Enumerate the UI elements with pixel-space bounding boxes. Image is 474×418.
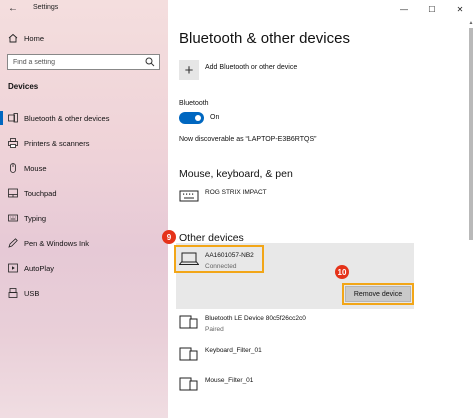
sidebar-item-touchpad[interactable]: Touchpad — [0, 183, 168, 203]
step-badge: 10 — [335, 265, 349, 279]
scrollbar[interactable]: ▲ — [468, 20, 474, 418]
sidebar-item-label: Typing — [24, 213, 47, 223]
sidebar-item-label: Home — [24, 33, 45, 43]
device-name: Keyboard_Filter_01 — [205, 347, 262, 354]
step-badge: 9 — [162, 230, 176, 244]
sidebar-item-label: Mouse — [24, 163, 47, 173]
bluetooth-label: Bluetooth — [179, 100, 209, 107]
close-button[interactable]: ✕ — [446, 0, 474, 18]
keyboard-icon — [179, 190, 199, 202]
device-row[interactable]: Bluetooth LE Device 80c5f26cc2c0 Paired — [179, 312, 439, 340]
sidebar-item-label: Printers & scanners — [24, 138, 90, 148]
bluetooth-toggle[interactable] — [179, 112, 204, 124]
scroll-thumb[interactable] — [469, 28, 473, 240]
search-icon[interactable] — [145, 57, 155, 67]
device-status: Connected — [205, 263, 237, 270]
sidebar-item-bluetooth[interactable]: Bluetooth & other devices — [0, 108, 168, 128]
device-name: Mouse_Filter_01 — [205, 377, 254, 384]
search-field[interactable] — [7, 54, 160, 70]
touchpad-icon — [8, 188, 18, 198]
device-icon — [179, 315, 198, 329]
sidebar-item-label: Bluetooth & other devices — [24, 113, 110, 123]
add-device-button[interactable]: + — [179, 60, 199, 80]
back-arrow-icon[interactable]: ← — [8, 3, 18, 15]
scroll-up-icon[interactable]: ▲ — [468, 20, 474, 26]
device-row[interactable]: Mouse_Filter_01 — [179, 374, 439, 402]
sidebar-item-autoplay[interactable]: AutoPlay — [0, 258, 168, 278]
usb-icon — [8, 288, 18, 298]
sidebar-item-printers[interactable]: Printers & scanners — [0, 133, 168, 153]
sidebar-item-label: Pen & Windows Ink — [24, 238, 90, 248]
device-icon — [179, 347, 198, 361]
home-icon — [8, 33, 18, 43]
device-row[interactable]: Keyboard_Filter_01 — [179, 344, 439, 372]
app-title: Settings — [33, 4, 59, 11]
window-controls: — ☐ ✕ — [390, 0, 474, 18]
bluetooth-state: On — [210, 114, 220, 121]
sidebar: ← Settings Home Devices Bluetooth & othe… — [0, 0, 168, 418]
sidebar-section-title: Devices — [8, 82, 39, 91]
device-icon — [179, 377, 198, 391]
sidebar-item-home[interactable]: Home — [0, 28, 168, 48]
sidebar-item-label: Touchpad — [24, 188, 57, 198]
sidebar-item-label: AutoPlay — [24, 263, 55, 273]
minimize-button[interactable]: — — [390, 0, 418, 18]
page-title: Bluetooth & other devices — [179, 30, 350, 47]
pen-icon — [8, 238, 18, 248]
toggle-knob — [195, 115, 201, 121]
mouse-section-title: Mouse, keyboard, & pen — [179, 168, 293, 180]
sidebar-item-pen[interactable]: Pen & Windows Ink — [0, 233, 168, 253]
device-row[interactable]: ROG STRIX IMPACT — [179, 186, 439, 214]
sidebar-item-usb[interactable]: USB — [0, 283, 168, 303]
mouse-icon — [8, 163, 18, 173]
add-device-label[interactable]: Add Bluetooth or other device — [205, 64, 297, 71]
device-status: Paired — [205, 326, 224, 333]
device-name: AA1601057-NB2 — [205, 252, 254, 259]
device-row-selected[interactable]: AA1601057-NB2 Connected — [179, 249, 439, 277]
maximize-button[interactable]: ☐ — [418, 0, 446, 18]
autoplay-icon — [8, 263, 18, 273]
remove-device-button[interactable]: Remove device — [345, 286, 411, 302]
printer-icon — [8, 138, 18, 148]
discoverable-text: Now discoverable as “LAPTOP-E3B6RTQS” — [179, 136, 317, 143]
device-name: Bluetooth LE Device 80c5f26cc2c0 — [205, 315, 306, 322]
bluetooth-devices-icon — [8, 113, 18, 123]
plus-icon: + — [184, 61, 194, 79]
keyboard-icon — [8, 213, 18, 223]
search-input[interactable] — [8, 58, 138, 66]
sidebar-item-typing[interactable]: Typing — [0, 208, 168, 228]
sidebar-item-mouse[interactable]: Mouse — [0, 158, 168, 178]
laptop-icon — [179, 252, 199, 265]
device-name: ROG STRIX IMPACT — [205, 189, 267, 196]
sidebar-item-label: USB — [24, 288, 40, 298]
